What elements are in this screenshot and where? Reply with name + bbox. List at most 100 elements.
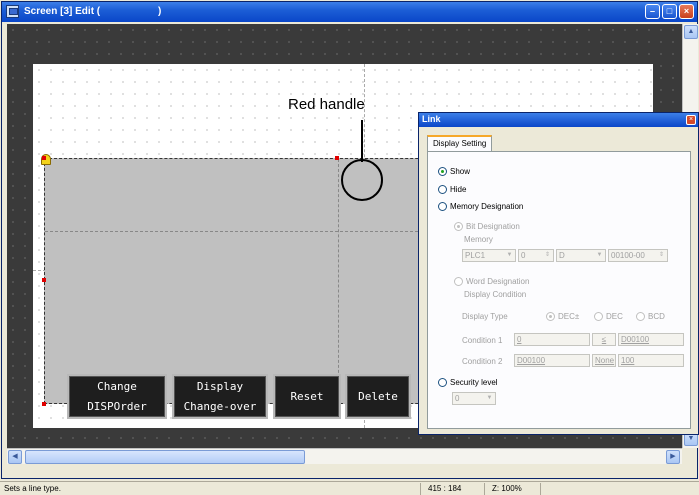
button-label-line2: DISPOrder [87,399,147,413]
scroll-left-icon[interactable]: ◀ [8,450,22,464]
condition2-operator-button[interactable]: None [592,354,616,367]
memory-designation-radio[interactable]: Memory Designation [438,202,523,211]
resize-grip[interactable] [683,449,697,463]
hide-radio[interactable]: Hide [438,185,466,194]
chevron-down-icon: ▼ [506,252,513,258]
display-setting-panel: Show Hide Memory Designation Bit Designa… [427,151,691,429]
address-value: 00100-00 [611,251,645,260]
memory-designation-label: Memory Designation [450,202,524,211]
tab-display-setting[interactable]: Display Setting [427,135,493,152]
radio-icon [438,378,447,387]
delete-button[interactable]: Delete [345,374,411,419]
display-condition-label: Display Condition [464,290,527,299]
show-radio[interactable]: Show [438,167,470,176]
red-handle[interactable] [335,156,339,160]
bit-designation-label: Bit Designation [466,222,520,231]
condition1-value: 0 [517,335,522,344]
chevron-down-icon: ▼ [486,395,493,401]
dialog-close-button[interactable]: × [686,115,696,125]
button-label-line1: Change [97,379,137,393]
radio-icon [438,202,447,211]
security-level-value: 0 [455,394,460,403]
selection-handle[interactable] [42,278,46,282]
memory-label: Memory [464,235,493,244]
radio-checked-icon [438,167,447,176]
condition1-label: Condition 1 [462,336,503,345]
spinner-icon: ⇕ [658,252,665,258]
cursor-coordinates: 415 : 184 [428,484,462,493]
link-dialog: Link × Display Setting Show Hide Memory … [418,112,699,435]
button-label-line2: Change-over [183,399,257,413]
security-level-label: Security level [450,378,498,387]
condition2-address-field[interactable]: D00100 [514,354,590,367]
window-title-suffix: ) [158,6,162,17]
status-divider [420,483,421,495]
number-spinner[interactable]: 0 ⇕ [518,249,554,262]
condition2-value: 100 [621,356,635,365]
callout-label: Red handle [288,96,365,113]
selection-handle[interactable] [42,402,46,406]
radio-icon [438,185,447,194]
hide-label: Hide [450,185,467,194]
zoom-level: Z: 100% [492,484,522,493]
change-disporder-button[interactable]: Change DISPOrder [67,374,167,419]
radio-checked-icon [546,312,555,321]
word-designation-label: Word Designation [466,277,530,286]
close-button[interactable]: × [679,4,694,19]
status-divider [484,483,485,495]
window-title: Screen [3] Edit ( [24,6,101,17]
chevron-down-icon: ▼ [596,252,603,258]
condition1-operator-button[interactable]: ≤ [592,333,616,346]
scroll-up-icon[interactable]: ▲ [684,25,698,39]
bcd-label: BCD [648,312,665,321]
dec-signed-radio[interactable]: DEC± [546,312,579,321]
radio-icon [594,312,603,321]
condition1-address: D00100 [621,335,650,344]
scroll-thumb[interactable] [25,450,305,464]
reset-button[interactable]: Reset [273,374,341,419]
dec-radio[interactable]: DEC [594,312,623,321]
bit-designation-radio[interactable]: Bit Designation [454,222,520,231]
maximize-button[interactable]: □ [662,4,677,19]
show-label: Show [450,167,471,176]
security-level-select[interactable]: 0 ▼ [452,392,496,405]
scroll-right-icon[interactable]: ▶ [666,450,680,464]
security-level-radio[interactable]: Security level [438,378,498,387]
condition2-label: Condition 2 [462,357,503,366]
callout-circle [341,159,383,201]
condition2-address: D00100 [517,356,546,365]
number-value: 0 [521,251,526,260]
condition1-address-field[interactable]: D00100 [618,333,684,346]
condition2-value-field[interactable]: 100 [618,354,684,367]
button-label: Delete [358,389,398,403]
address-spinner[interactable]: 00100-00 ⇕ [608,249,668,262]
display-changeover-button[interactable]: Display Change-over [172,374,268,419]
dec-signed-label: DEC± [558,312,580,321]
status-bar: Sets a line type. 415 : 184 Z: 100% [0,481,699,495]
plc-select[interactable]: PLC1 ▼ [462,249,516,262]
dialog-resize-grip[interactable] [689,425,697,433]
plc-value: PLC1 [465,251,486,260]
dec-label: DEC [606,312,623,321]
status-message: Sets a line type. [4,484,61,493]
title-bar[interactable]: Screen [3] Edit ( ) – □ × [2,2,697,22]
button-label-line1: Display [196,379,244,393]
word-designation-radio[interactable]: Word Designation [454,277,529,286]
bcd-radio[interactable]: BCD [636,312,665,321]
dialog-title-bar[interactable]: Link [419,113,698,127]
device-value: D [559,251,565,260]
condition1-operator: ≤ [601,335,607,344]
horizontal-scrollbar[interactable]: ◀ ▶ [7,448,682,464]
radio-checked-icon [454,222,463,231]
radio-icon [636,312,645,321]
dialog-title: Link [422,114,441,124]
spinner-icon: ⇕ [544,252,551,258]
selection-handle[interactable] [42,156,46,160]
condition1-value-field[interactable]: 0 [514,333,590,346]
minimize-button[interactable]: – [645,4,660,19]
tab-label: Display Setting [433,139,487,148]
device-select[interactable]: D ▼ [556,249,606,262]
condition2-operator: None [595,356,615,365]
radio-icon [454,277,463,286]
window-controls: – □ × [645,4,694,19]
